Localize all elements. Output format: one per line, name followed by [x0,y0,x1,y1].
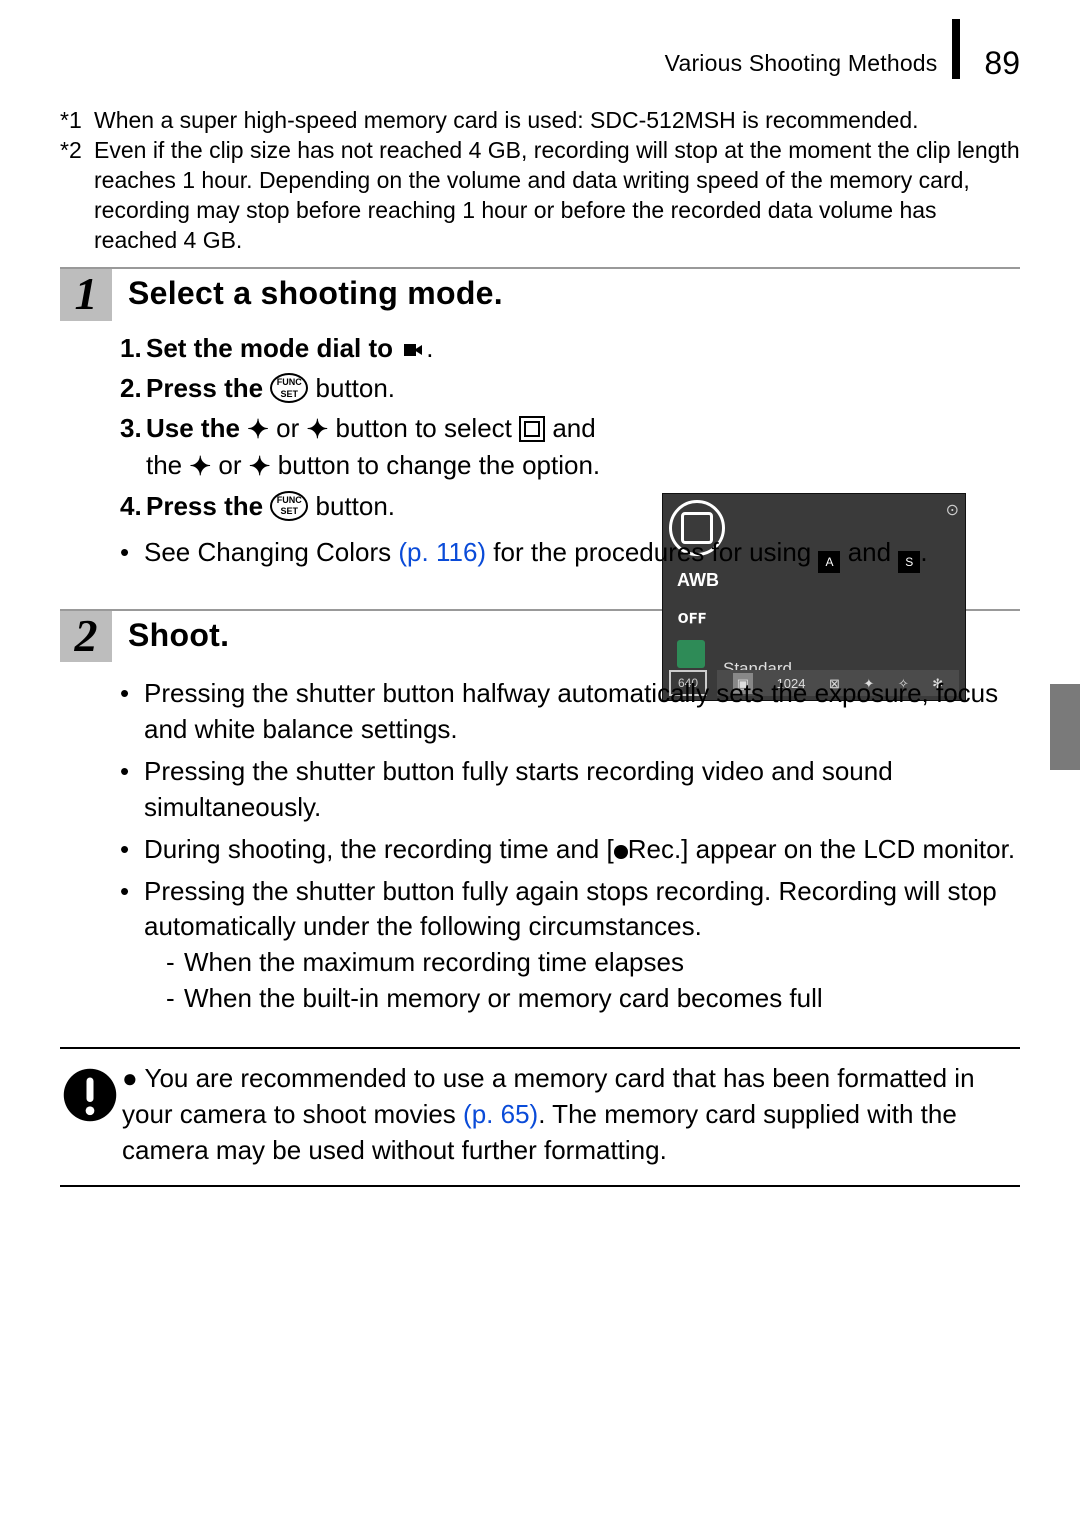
step-2-number: 2 [60,611,112,663]
step-1-title: Select a shooting mode. [112,269,503,315]
substep-1-4-text-b: button. [308,491,395,521]
func-set-button-icon [270,491,308,521]
substep-1-3-text-c: button to select [328,413,519,443]
footnote-1-text: When a super high-speed memory card is u… [94,106,919,136]
see-note-text-a: See Changing Colors [144,537,398,567]
caution-icon [62,1061,122,1169]
step-2-bullet-2: Pressing the shutter button fully starts… [120,754,1020,826]
step-2-bullet-3-a: During shooting, the recording time and … [144,834,614,864]
lcd-left-column: AWB ᴏꜰꜰ [677,568,707,629]
color-accent-icon: A [818,551,840,573]
footnote-1: *1 When a super high-speed memory card i… [60,106,1020,136]
step-2-bullet-1: Pressing the shutter button halfway auto… [120,676,1020,748]
see-note-text-b: for the procedures for using [486,537,818,567]
func-set-button-icon [270,373,308,403]
step-1-substeps: Set the mode dial to . Press the button.… [120,331,620,524]
substep-1-3-text-a: Use the [146,413,247,443]
step-2-bullet-3-b: Rec.] appear on the LCD monitor. [628,834,1015,864]
page-ref-116[interactable]: (p. 116) [398,537,486,567]
see-note-text-c: and [840,537,898,567]
step-2-dash-2: When the built-in memory or memory card … [166,981,1020,1017]
substep-1-2-text-a: Press the [146,373,270,403]
substep-1-1-text-a: Set the mode dial to [146,333,400,363]
manual-page: Various Shooting Methods 89 *1 When a su… [0,0,1080,1521]
thumb-index-tab [1050,684,1080,770]
step-2-sublist: When the maximum recording time elapses … [144,945,1020,1017]
substep-1-3-text-e: or [211,450,249,480]
caution-bullet: ● [122,1063,138,1093]
caution-box: ● You are recommended to use a memory ca… [60,1047,1020,1187]
record-dot-icon [614,845,628,859]
page-number: 89 [984,42,1020,85]
substep-1-1-text-b: . [426,333,433,363]
header-divider [952,19,960,79]
left-arrow-icon: ✦ [189,449,211,485]
step-2-body: Pressing the shutter button halfway auto… [60,662,1020,1041]
footnote-2: *2 Even if the clip size has not reached… [60,136,1020,256]
substep-1-4: Press the button. [120,489,620,525]
step-2-bullet-4-text: Pressing the shutter button fully again … [144,876,997,942]
substep-1-2-text-b: button. [308,373,395,403]
substep-1-2: Press the button. [120,371,620,407]
flash-off-icon: ᴏꜰꜰ [677,605,707,629]
step-1: ⊙ AWB ᴏꜰꜰ Standard 640 ▣ 1024 ⊠ ✦ ✧ ✻ [60,267,1020,596]
step-1-number: 1 [60,269,112,321]
movie-mode-icon [400,340,426,360]
step-2-bullet-3: During shooting, the recording time and … [120,832,1020,868]
page-ref-65[interactable]: (p. 65) [463,1099,538,1129]
down-arrow-icon: ✦ [307,412,329,448]
substep-1-1: Set the mode dial to . [120,331,620,367]
substep-1-3-text-f: button to change the option. [271,450,601,480]
page-header: Various Shooting Methods 89 [60,0,1020,106]
up-arrow-icon: ✦ [247,412,269,448]
step-2-bullets: Pressing the shutter button halfway auto… [120,676,1020,1017]
footnote-1-label: *1 [60,106,94,136]
step-2-title: Shoot. [112,611,229,657]
lcd-body: ⊙ AWB ᴏꜰꜰ Standard 640 ▣ 1024 ⊠ ✦ ✧ ✻ [662,493,966,701]
step-2-bullet-4: Pressing the shutter button fully again … [120,874,1020,1018]
movie-option-icon [519,416,545,442]
footnote-2-text: Even if the clip size has not reached 4 … [94,136,1020,256]
step-1-body: Set the mode dial to . Press the button.… [60,321,1020,596]
see-note-text-d: . [920,537,927,567]
step-1-see-note: See Changing Colors (p. 116) for the pro… [120,535,1020,573]
color-swap-icon: S [898,551,920,573]
caution-text: ● You are recommended to use a memory ca… [122,1061,1018,1169]
footnote-block: *1 When a super high-speed memory card i… [60,106,1020,255]
step-1-notes: See Changing Colors (p. 116) for the pro… [120,535,1020,573]
step-2-dash-1: When the maximum recording time elapses [166,945,1020,981]
substep-1-3-text-b: or [269,413,307,443]
footnote-2-label: *2 [60,136,94,256]
substep-1-3: Use the ✦ or ✦ button to select and the … [120,411,620,485]
substep-1-4-text-a: Press the [146,491,270,521]
right-arrow-icon: ✦ [249,449,271,485]
green-option-icon [677,640,705,668]
key-lock-icon: ⊙ [946,500,959,522]
lcd-screenshot: ⊙ AWB ᴏꜰꜰ Standard 640 ▣ 1024 ⊠ ✦ ✧ ✻ [662,493,966,701]
chapter-title: Various Shooting Methods [665,48,938,79]
